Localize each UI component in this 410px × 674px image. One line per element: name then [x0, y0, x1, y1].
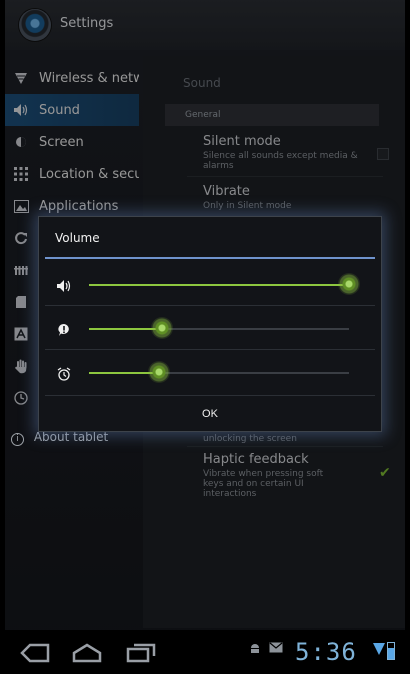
media-volume-row: [45, 263, 375, 307]
notification-volume-row: [45, 307, 375, 351]
media-volume-slider[interactable]: [89, 273, 360, 295]
notification-volume-icon: [55, 321, 73, 339]
alarm-volume-slider[interactable]: [89, 361, 349, 383]
media-volume-icon: [55, 277, 73, 295]
slider-thumb[interactable]: [338, 273, 360, 295]
sidebar-item-label: About tablet: [33, 430, 109, 444]
notification-volume-slider[interactable]: [89, 317, 349, 339]
info-icon: i: [11, 433, 24, 446]
divider: [45, 305, 375, 306]
back-button[interactable]: [17, 640, 53, 666]
home-button[interactable]: [69, 640, 105, 666]
screen: Settings Wireless & netw Sound Screen Lo…: [5, 0, 405, 674]
gmail-icon: [269, 642, 283, 653]
system-navigation-bar: 5:36: [5, 630, 405, 674]
android-debug-icon: [249, 642, 261, 654]
sidebar-item-about-tablet[interactable]: i About tablet: [11, 430, 108, 446]
volume-dialog: Volume OK: [38, 216, 382, 432]
divider: [45, 395, 375, 396]
recent-apps-button[interactable]: [123, 640, 159, 666]
slider-fill: [89, 284, 349, 286]
slider-thumb[interactable]: [148, 361, 170, 383]
wifi-signal-icon: [373, 642, 385, 656]
home-icon: [72, 643, 102, 663]
back-icon: [20, 643, 50, 663]
alarm-volume-icon: [55, 365, 73, 383]
dialog-title: Volume: [55, 231, 100, 245]
alarm-volume-row: [45, 351, 375, 395]
dialog-title-divider: [45, 257, 375, 259]
slider-thumb[interactable]: [151, 317, 173, 339]
battery-icon: [387, 642, 395, 660]
ok-button[interactable]: OK: [45, 399, 375, 429]
divider: [45, 349, 375, 350]
recent-apps-icon: [126, 643, 156, 663]
clock-time[interactable]: 5:36: [295, 638, 357, 666]
